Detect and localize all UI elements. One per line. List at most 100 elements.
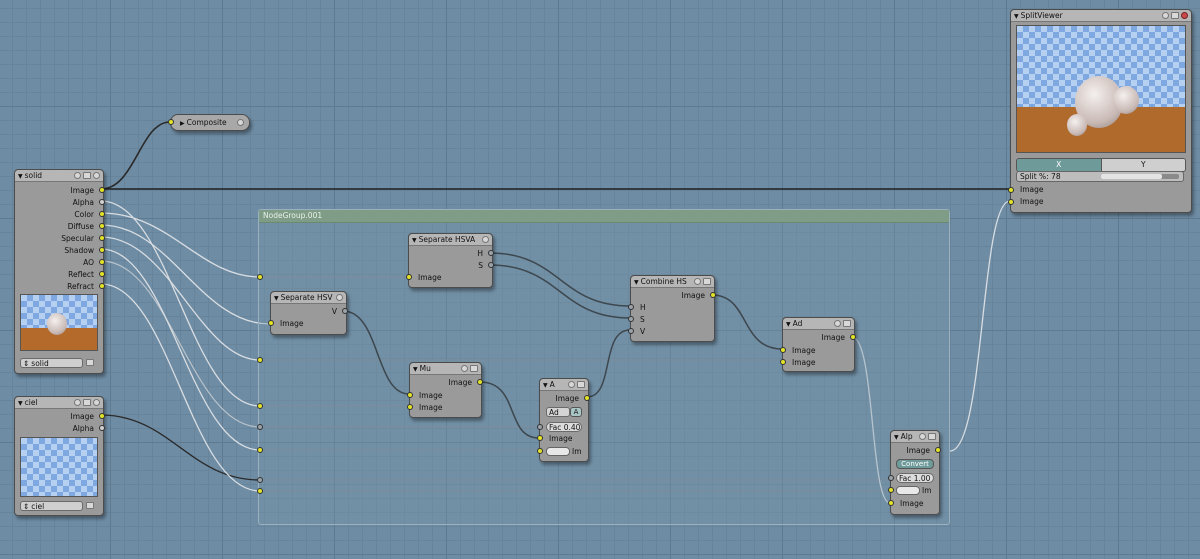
- output-socket[interactable]: [488, 262, 494, 268]
- input-socket[interactable]: [888, 475, 894, 481]
- preview-icon[interactable]: [919, 433, 926, 440]
- use-alpha-toggle[interactable]: A: [570, 407, 582, 417]
- separate-hsva-node[interactable]: ▼ Separate HSVA H S Image: [406, 233, 494, 288]
- group-input-socket[interactable]: [257, 447, 263, 453]
- output-socket[interactable]: [935, 447, 941, 453]
- input-socket[interactable]: [537, 435, 543, 441]
- render-layer-node-ciel[interactable]: ▼ ciel Image Alpha ⇕ ciel: [14, 396, 105, 516]
- preview-icon[interactable]: [74, 399, 81, 406]
- fac-slider[interactable]: Fac 0.40: [546, 422, 582, 432]
- input-socket[interactable]: [628, 304, 634, 310]
- options-icon[interactable]: [470, 365, 478, 372]
- input-socket[interactable]: [888, 500, 894, 506]
- input-socket[interactable]: [268, 320, 274, 326]
- render-layer-node-solid[interactable]: ▼ solid Image Alpha Color Diffuse Specula…: [14, 169, 105, 374]
- options-icon[interactable]: [1171, 12, 1179, 19]
- output-socket[interactable]: [99, 283, 105, 289]
- scene-selector[interactable]: ⇕ solid: [20, 358, 83, 368]
- output-socket[interactable]: [99, 235, 105, 241]
- collapse-triangle-icon[interactable]: ▼: [543, 382, 548, 389]
- render-icon[interactable]: [86, 359, 94, 366]
- separate-hsv-node[interactable]: ▼ Separate HSV V Image: [268, 291, 348, 335]
- output-socket[interactable]: [99, 247, 105, 253]
- input-socket[interactable]: [780, 359, 786, 365]
- composite-node[interactable]: ▶ Composite: [168, 114, 250, 131]
- output-socket[interactable]: [99, 211, 105, 217]
- collapse-triangle-icon[interactable]: ▼: [1014, 13, 1019, 20]
- input-socket[interactable]: [780, 347, 786, 353]
- scene-selector[interactable]: ⇕ ciel: [20, 501, 83, 511]
- collapse-triangle-icon[interactable]: ▼: [894, 434, 899, 441]
- options-icon[interactable]: [83, 399, 91, 406]
- output-socket[interactable]: [99, 223, 105, 229]
- collapse-triangle-icon[interactable]: ▼: [18, 400, 23, 407]
- input-socket[interactable]: [407, 404, 413, 410]
- input-socket[interactable]: [1008, 187, 1014, 193]
- options-icon[interactable]: [843, 320, 851, 327]
- mix-add-node[interactable]: ▼ A Image Ad A Fac 0.40 Image Im: [537, 378, 590, 462]
- output-socket[interactable]: [710, 292, 716, 298]
- split-slider[interactable]: Split %: 78: [1016, 171, 1184, 182]
- input-socket[interactable]: [168, 119, 174, 125]
- group-input-socket[interactable]: [257, 424, 263, 430]
- axis-toggle-row[interactable]: X Y: [1016, 158, 1186, 172]
- preview-icon[interactable]: [1162, 12, 1169, 19]
- collapse-triangle-icon[interactable]: ▼: [18, 173, 23, 180]
- preview-icon[interactable]: [461, 365, 468, 372]
- group-input-socket[interactable]: [257, 357, 263, 363]
- input-socket[interactable]: [537, 448, 543, 454]
- preview-icon[interactable]: [694, 278, 701, 285]
- close-icon[interactable]: [1181, 12, 1188, 19]
- options-icon[interactable]: [928, 433, 936, 440]
- preview-icon[interactable]: [74, 172, 81, 179]
- preview-toggle-icon[interactable]: [237, 119, 244, 126]
- convert-premul-toggle[interactable]: Convert: [896, 459, 934, 469]
- output-socket[interactable]: [99, 425, 105, 431]
- y-axis-button[interactable]: Y: [1100, 159, 1185, 171]
- collapse-triangle-icon[interactable]: ▼: [412, 237, 417, 244]
- input-socket[interactable]: [407, 392, 413, 398]
- combine-hsva-node[interactable]: ▼ Combine HS Image H S V: [628, 275, 716, 342]
- blend-mode-selector[interactable]: Ad: [546, 407, 570, 417]
- collapse-triangle-icon[interactable]: ▶: [180, 120, 185, 127]
- color-swatch[interactable]: [896, 486, 920, 495]
- collapse-triangle-icon[interactable]: ▼: [274, 295, 279, 302]
- input-socket[interactable]: [406, 274, 412, 280]
- input-socket[interactable]: [1008, 199, 1014, 205]
- preview-icon[interactable]: [482, 236, 489, 243]
- output-socket[interactable]: [99, 187, 105, 193]
- close-icon[interactable]: [93, 172, 100, 179]
- input-socket[interactable]: [628, 316, 634, 322]
- input-socket[interactable]: [537, 424, 543, 430]
- options-icon[interactable]: [703, 278, 711, 285]
- input-socket[interactable]: [888, 487, 894, 493]
- mix-multiply-node[interactable]: ▼ Mu Image Image Image: [407, 362, 483, 418]
- group-input-socket[interactable]: [257, 274, 263, 280]
- render-icon[interactable]: [86, 502, 94, 509]
- mix-add-node-2[interactable]: ▼ Ad Image Image Image: [780, 317, 856, 372]
- output-socket[interactable]: [850, 334, 856, 340]
- collapse-triangle-icon[interactable]: ▼: [786, 321, 791, 328]
- output-socket[interactable]: [99, 413, 105, 419]
- output-socket[interactable]: [342, 308, 348, 314]
- output-socket[interactable]: [488, 250, 494, 256]
- preview-icon[interactable]: [336, 294, 343, 301]
- options-icon[interactable]: [83, 172, 91, 179]
- output-socket[interactable]: [99, 259, 105, 265]
- input-socket[interactable]: [628, 328, 634, 334]
- color-swatch[interactable]: [546, 447, 570, 456]
- preview-icon[interactable]: [568, 381, 575, 388]
- collapse-triangle-icon[interactable]: ▼: [413, 366, 418, 373]
- output-socket[interactable]: [99, 199, 105, 205]
- close-icon[interactable]: [93, 399, 100, 406]
- split-viewer-node[interactable]: ▼ SplitViewer X Y Split %: 78 Image Image: [1008, 9, 1192, 213]
- x-axis-button[interactable]: X: [1017, 159, 1101, 171]
- preview-icon[interactable]: [834, 320, 841, 327]
- alpha-over-node[interactable]: ▼ Alp Image Convert Fac 1.00 Im Image: [888, 430, 941, 515]
- output-socket[interactable]: [99, 271, 105, 277]
- output-socket[interactable]: [477, 379, 483, 385]
- fac-slider[interactable]: Fac 1.00: [896, 473, 934, 483]
- options-icon[interactable]: [577, 381, 585, 388]
- output-socket[interactable]: [584, 395, 590, 401]
- group-input-socket[interactable]: [257, 488, 263, 494]
